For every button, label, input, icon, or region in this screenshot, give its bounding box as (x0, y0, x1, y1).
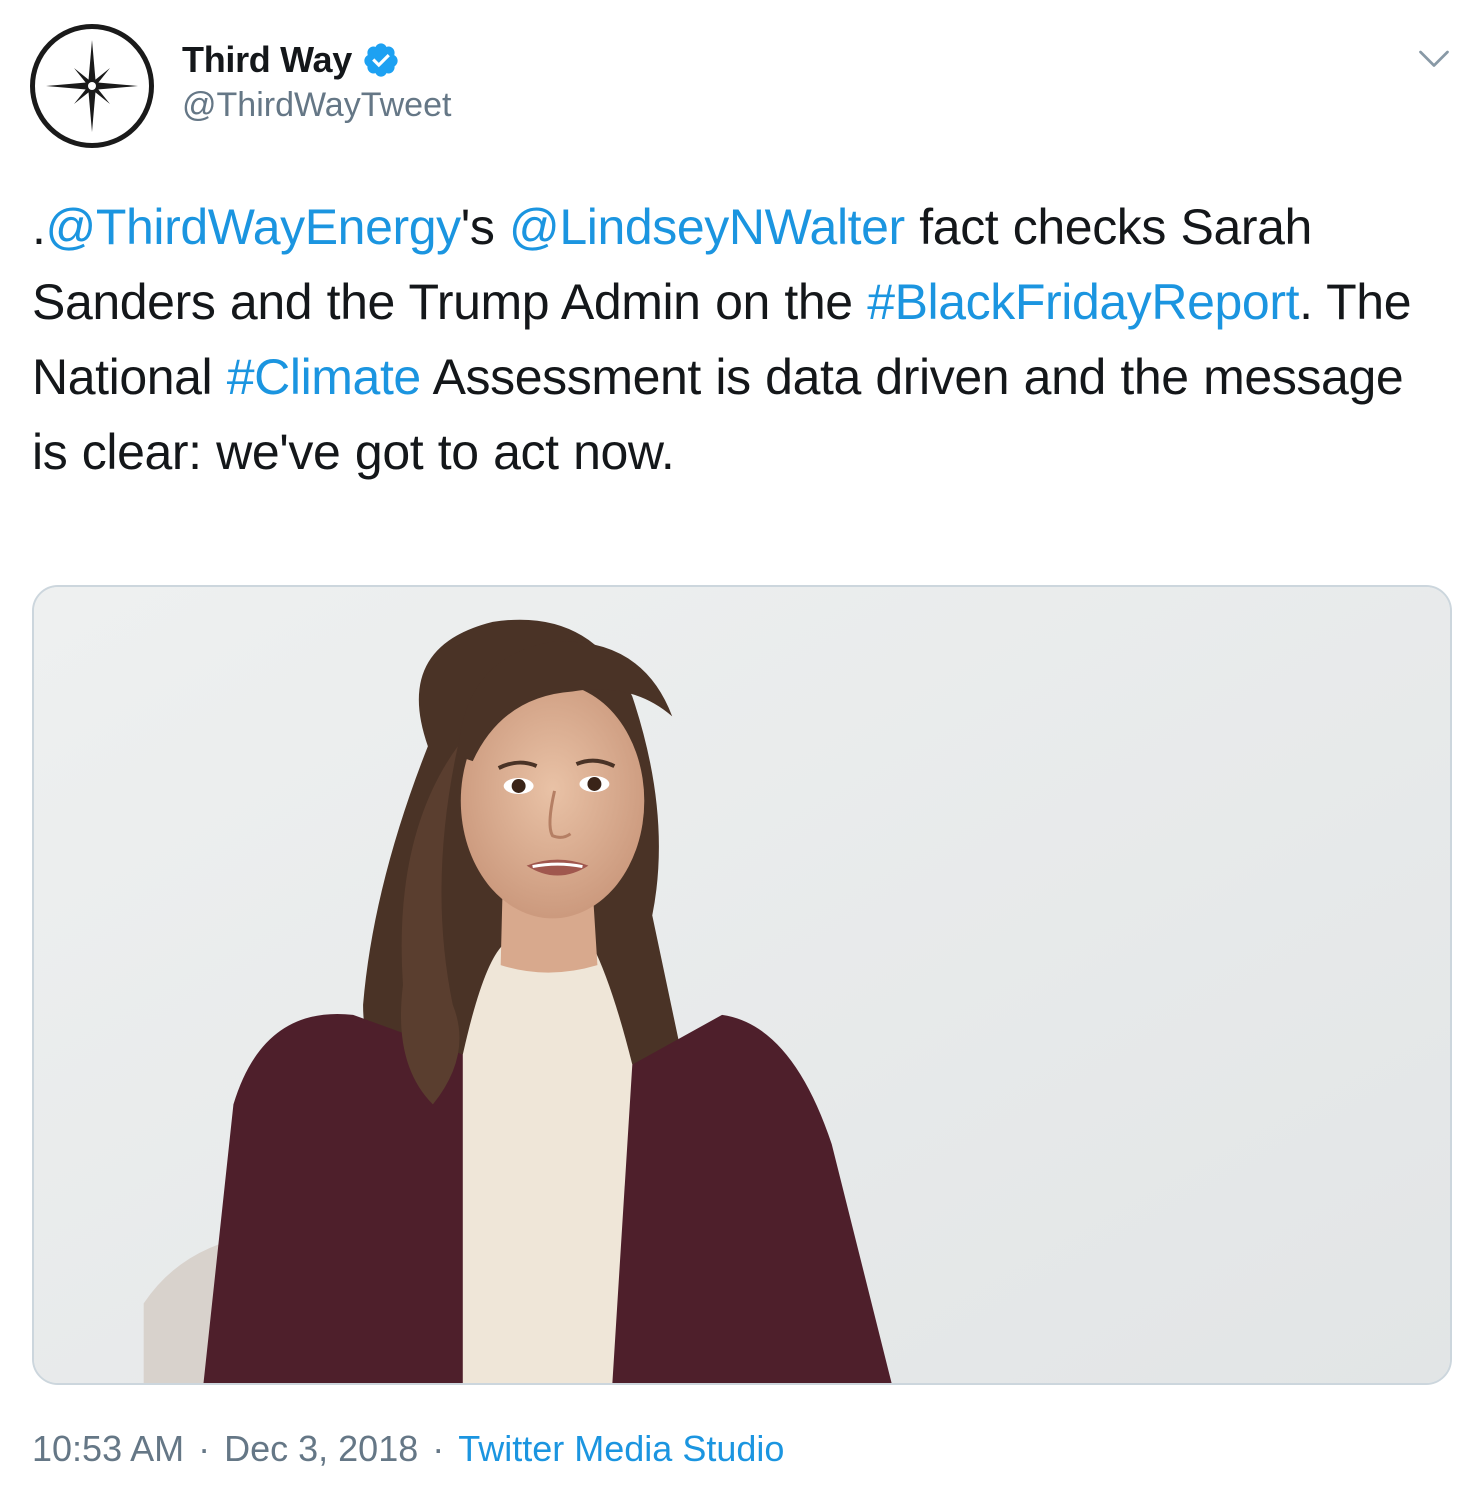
tweet-card: Third Way @ThirdWayTweet .@ThirdWayEnerg… (0, 0, 1480, 1490)
author-name-row[interactable]: Third Way (182, 38, 400, 82)
author-handle[interactable]: @ThirdWayTweet (182, 86, 451, 125)
tweet-text-fragment: 's (460, 199, 509, 255)
mention-link[interactable]: @LindseyNWalter (509, 199, 905, 255)
avatar[interactable] (30, 24, 154, 148)
compass-star-icon (46, 40, 138, 132)
tweet-text-fragment: . (32, 199, 46, 255)
display-name[interactable]: Third Way (182, 39, 352, 81)
hashtag-link[interactable]: #Climate (227, 349, 421, 405)
hashtag-link[interactable]: #BlackFridayReport (867, 274, 1299, 330)
tweet-time[interactable]: 10:53 AM (32, 1428, 184, 1470)
tweet-footer: 10:53 AM · Dec 3, 2018 · Twitter Media S… (32, 1428, 784, 1470)
mention-link[interactable]: @ThirdWayEnergy (46, 199, 462, 255)
tweet-text: .@ThirdWayEnergy's @LindseyNWalter fact … (32, 190, 1442, 490)
person-photo (34, 587, 1450, 1383)
chevron-down-icon[interactable] (1416, 40, 1452, 76)
footer-separator: · (432, 1428, 445, 1469)
tweet-source-link[interactable]: Twitter Media Studio (458, 1428, 784, 1470)
video-thumbnail[interactable] (32, 585, 1452, 1385)
footer-separator: · (198, 1428, 211, 1469)
tweet-date[interactable]: Dec 3, 2018 (224, 1428, 418, 1470)
verified-badge-icon (362, 41, 400, 79)
